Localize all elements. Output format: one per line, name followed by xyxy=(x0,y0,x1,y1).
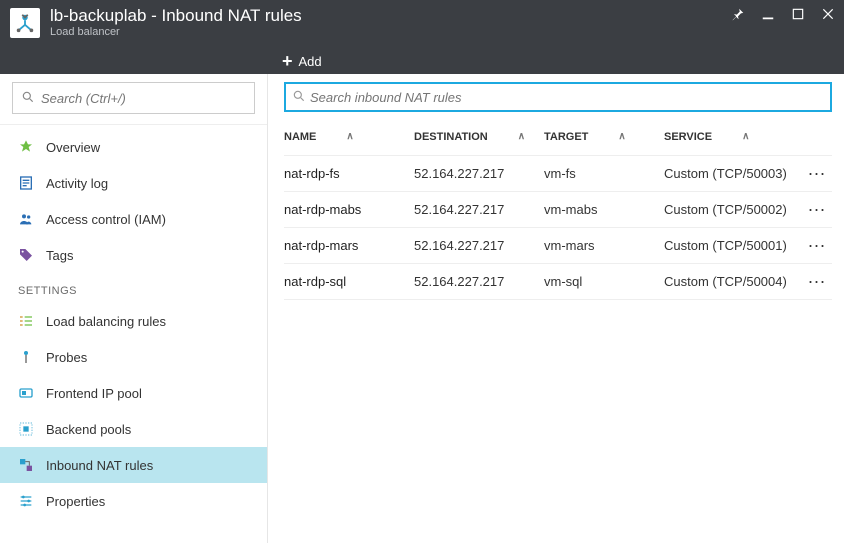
plus-icon: + xyxy=(282,52,293,70)
sidebar-item-label: Overview xyxy=(46,140,100,155)
sidebar-item-access-control[interactable]: Access control (IAM) xyxy=(0,201,267,237)
col-target[interactable]: TARGET ∧ xyxy=(544,131,664,143)
sidebar-item-label: Backend pools xyxy=(46,422,131,437)
nat-rules-icon xyxy=(18,457,34,473)
sidebar-item-label: Access control (IAM) xyxy=(46,212,166,227)
row-menu-button[interactable]: ... xyxy=(804,231,830,252)
pin-icon[interactable] xyxy=(730,6,746,22)
sidebar-item-label: Properties xyxy=(46,494,105,509)
frontend-ip-icon xyxy=(18,385,34,401)
add-button[interactable]: + Add xyxy=(282,52,322,70)
cell-service: Custom (TCP/50001) xyxy=(664,238,804,253)
sort-icon: ∧ xyxy=(618,131,625,142)
cell-name: nat-rdp-mabs xyxy=(284,202,414,217)
page-subtitle: Load balancer xyxy=(50,26,302,38)
col-name[interactable]: NAME ∧ xyxy=(284,131,414,143)
sort-icon: ∧ xyxy=(742,131,749,142)
table-row[interactable]: nat-rdp-mars 52.164.227.217 vm-mars Cust… xyxy=(284,228,832,264)
cell-name: nat-rdp-sql xyxy=(284,274,414,289)
sidebar-item-label: Frontend IP pool xyxy=(46,386,142,401)
maximize-icon[interactable] xyxy=(790,6,806,22)
cell-target: vm-mabs xyxy=(544,202,664,217)
load-balancer-icon xyxy=(10,8,40,38)
sidebar-item-label: Probes xyxy=(46,350,87,365)
rules-icon xyxy=(18,313,34,329)
backend-pools-icon xyxy=(18,421,34,437)
cell-destination: 52.164.227.217 xyxy=(414,166,544,181)
cell-target: vm-sql xyxy=(544,274,664,289)
sidebar-item-label: Tags xyxy=(46,248,73,263)
main-search-input[interactable] xyxy=(310,90,824,105)
col-service[interactable]: SERVICE ∧ xyxy=(664,131,804,143)
table-row[interactable]: nat-rdp-mabs 52.164.227.217 vm-mabs Cust… xyxy=(284,192,832,228)
table-row[interactable]: nat-rdp-sql 52.164.227.217 vm-sql Custom… xyxy=(284,264,832,300)
sidebar-search[interactable] xyxy=(12,82,255,114)
sidebar-item-tags[interactable]: Tags xyxy=(0,237,267,273)
sidebar-item-label: Load balancing rules xyxy=(46,314,166,329)
sidebar-item-frontend-ip-pool[interactable]: Frontend IP pool xyxy=(0,375,267,411)
main-content: NAME ∧ DESTINATION ∧ TARGET ∧ SERVICE ∧ xyxy=(268,74,844,543)
sidebar-item-overview[interactable]: Overview xyxy=(0,129,267,165)
nat-rules-table: NAME ∧ DESTINATION ∧ TARGET ∧ SERVICE ∧ xyxy=(284,118,832,300)
add-label: Add xyxy=(299,54,322,69)
cell-destination: 52.164.227.217 xyxy=(414,274,544,289)
sidebar-item-label: Activity log xyxy=(46,176,108,191)
sidebar-item-inbound-nat-rules[interactable]: Inbound NAT rules xyxy=(0,447,267,483)
cell-target: vm-fs xyxy=(544,166,664,181)
tags-icon xyxy=(18,247,34,263)
table-row[interactable]: nat-rdp-fs 52.164.227.217 vm-fs Custom (… xyxy=(284,156,832,192)
row-menu-button[interactable]: ... xyxy=(804,267,830,288)
main-search[interactable] xyxy=(284,82,832,112)
activity-log-icon xyxy=(18,175,34,191)
cell-name: nat-rdp-fs xyxy=(284,166,414,181)
cell-destination: 52.164.227.217 xyxy=(414,238,544,253)
sidebar-item-label: Inbound NAT rules xyxy=(46,458,153,473)
sidebar-item-backend-pools[interactable]: Backend pools xyxy=(0,411,267,447)
cell-destination: 52.164.227.217 xyxy=(414,202,544,217)
cell-name: nat-rdp-mars xyxy=(284,238,414,253)
sidebar-search-input[interactable] xyxy=(41,91,246,106)
window-controls xyxy=(730,6,836,22)
properties-icon xyxy=(18,493,34,509)
page-title: lb-backuplab - Inbound NAT rules xyxy=(50,6,302,26)
table-header: NAME ∧ DESTINATION ∧ TARGET ∧ SERVICE ∧ xyxy=(284,118,832,156)
sidebar-item-properties[interactable]: Properties xyxy=(0,483,267,519)
cell-target: vm-mars xyxy=(544,238,664,253)
col-destination[interactable]: DESTINATION ∧ xyxy=(414,131,544,143)
sort-icon: ∧ xyxy=(346,131,353,142)
search-icon xyxy=(292,89,306,106)
close-icon[interactable] xyxy=(820,6,836,22)
sidebar-item-probes[interactable]: Probes xyxy=(0,339,267,375)
cell-service: Custom (TCP/50002) xyxy=(664,202,804,217)
command-bar: + Add xyxy=(0,48,844,74)
sidebar: Overview Activity log Access control (IA… xyxy=(0,74,268,543)
blade-header: lb-backuplab - Inbound NAT rules Load ba… xyxy=(0,0,844,48)
access-control-icon xyxy=(18,211,34,227)
settings-section-label: SETTINGS xyxy=(0,273,267,303)
search-icon xyxy=(21,90,35,107)
minimize-icon[interactable] xyxy=(760,6,776,22)
cell-service: Custom (TCP/50004) xyxy=(664,274,804,289)
sidebar-item-activity-log[interactable]: Activity log xyxy=(0,165,267,201)
cell-service: Custom (TCP/50003) xyxy=(664,166,804,181)
row-menu-button[interactable]: ... xyxy=(804,195,830,216)
overview-icon xyxy=(18,139,34,155)
sidebar-item-load-balancing-rules[interactable]: Load balancing rules xyxy=(0,303,267,339)
sort-icon: ∧ xyxy=(518,131,525,142)
row-menu-button[interactable]: ... xyxy=(804,159,830,180)
probes-icon xyxy=(18,349,34,365)
